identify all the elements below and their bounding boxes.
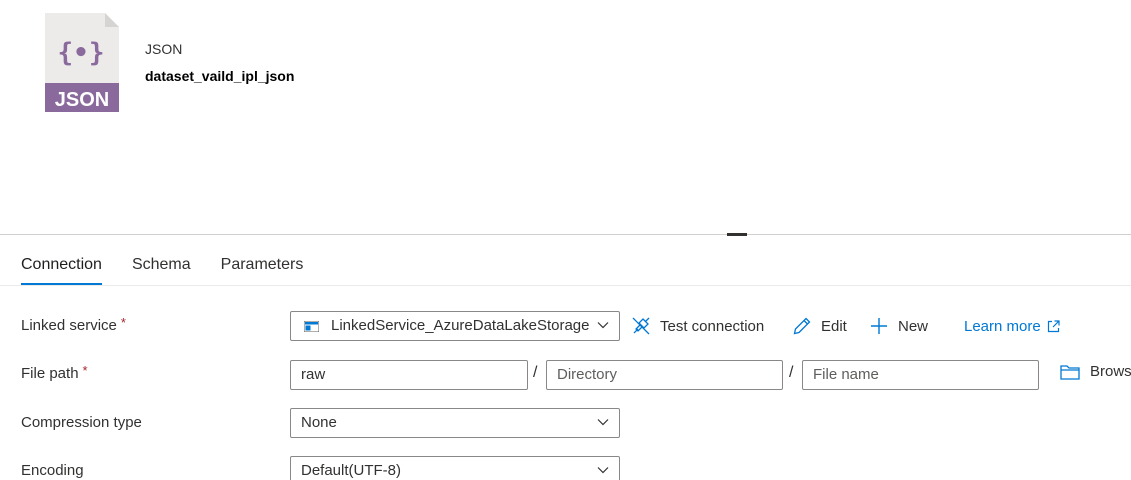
folder-icon	[1060, 364, 1080, 380]
chevron-down-icon	[597, 419, 609, 426]
file-name-input[interactable]: File name	[802, 360, 1039, 390]
test-connection-label: Test connection	[660, 317, 765, 335]
linked-service-dropdown[interactable]: LinkedService_AzureDataLakeStorage	[290, 311, 620, 341]
compression-type-value: None	[301, 414, 337, 431]
edit-label: Edit	[821, 317, 847, 335]
json-badge-text: JSON	[55, 89, 109, 111]
chevron-down-icon	[597, 467, 609, 474]
plug-connection-icon	[632, 317, 650, 335]
linked-service-value: LinkedService_AzureDataLakeStorage	[331, 317, 590, 334]
pencil-icon	[793, 317, 811, 335]
encoding-label: Encoding	[21, 462, 84, 479]
dataset-name: dataset_vaild_ipl_json	[145, 68, 295, 84]
chevron-down-icon	[597, 322, 609, 329]
learn-more-label: Learn more	[964, 318, 1041, 335]
path-separator: /	[789, 364, 794, 381]
browse-label: Browse	[1090, 363, 1131, 380]
pane-resize-handle[interactable]	[727, 233, 747, 236]
required-marker: *	[82, 363, 88, 378]
tab-bar: Connection Schema Parameters	[21, 256, 333, 286]
container-input[interactable]: raw	[290, 360, 528, 390]
new-label: New	[898, 317, 929, 335]
storage-account-icon	[304, 321, 319, 332]
linked-service-label-text: Linked service	[21, 317, 117, 334]
tab-parameters[interactable]: Parameters	[221, 256, 304, 285]
path-separator: /	[533, 364, 538, 381]
json-braces-glyph: {•}	[58, 38, 105, 68]
tab-bar-divider	[0, 285, 1131, 286]
file-path-label: File path *	[21, 363, 88, 382]
external-link-icon	[1047, 320, 1060, 333]
browse-button[interactable]: Browse	[1060, 363, 1131, 380]
compression-type-dropdown[interactable]: None	[290, 408, 620, 438]
dataset-type: JSON	[145, 41, 183, 57]
file-path-label-text: File path	[21, 365, 79, 382]
json-file-icon: JSON {•}	[45, 13, 119, 112]
tab-connection[interactable]: Connection	[21, 256, 102, 285]
encoding-value: Default(UTF-8)	[301, 462, 402, 479]
compression-type-label: Compression type	[21, 414, 142, 431]
encoding-dropdown[interactable]: Default(UTF-8)	[290, 456, 620, 480]
edit-linked-service-button[interactable]: Edit	[792, 313, 847, 339]
learn-more-link[interactable]: Learn more	[964, 318, 1060, 335]
new-linked-service-button[interactable]: New	[869, 313, 928, 339]
required-marker: *	[120, 315, 126, 330]
directory-input[interactable]: Directory	[546, 360, 783, 390]
plus-icon	[871, 318, 887, 334]
tab-schema[interactable]: Schema	[132, 256, 191, 285]
pane-divider	[0, 234, 1131, 235]
linked-service-label: Linked service *	[21, 315, 126, 334]
test-connection-button[interactable]: Test connection	[631, 313, 764, 339]
